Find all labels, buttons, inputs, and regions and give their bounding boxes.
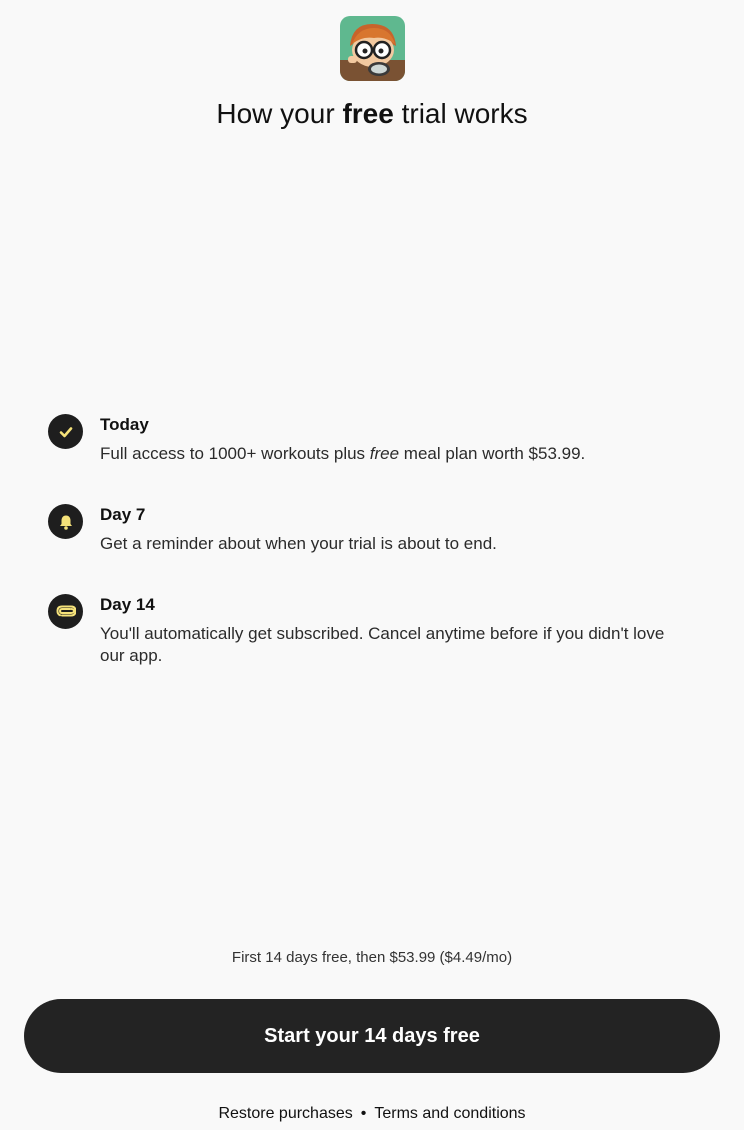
trial-timeline: Today Full access to 1000+ workouts plus…	[48, 414, 688, 667]
step-description: Full access to 1000+ workouts plus free …	[100, 443, 688, 465]
step-description: Get a reminder about when your trial is …	[100, 534, 497, 553]
paperclip-icon	[48, 594, 83, 629]
pricing-note: First 14 days free, then $53.99 ($4.49/m…	[231, 949, 513, 966]
title-suffix: trial works	[393, 98, 528, 129]
timeline-step-day-7: Day 7 Get a reminder about when your tri…	[48, 504, 688, 594]
step-title: Day 14	[100, 595, 155, 614]
timeline-step-today: Today Full access to 1000+ workouts plus…	[48, 414, 688, 504]
title-prefix: How your	[216, 98, 343, 129]
step-title: Today	[100, 415, 149, 434]
footer-separator: •	[360, 1105, 367, 1122]
step-description: You'll automatically get subscribed. Can…	[100, 624, 665, 665]
app-logo-icon	[340, 16, 405, 81]
step-title: Day 7	[100, 505, 146, 524]
checkmark-icon	[48, 414, 83, 449]
footer-links: Restore purchases • Terms and conditions	[0, 1104, 744, 1124]
terms-and-conditions-link[interactable]: Terms and conditions	[374, 1105, 525, 1122]
start-trial-button[interactable]: Start your 14 days free	[24, 999, 720, 1073]
timeline-step-day-14: Day 14 You'll automatically get subscrib…	[48, 594, 688, 667]
step-description-prefix: Full access to 1000+ workouts plus	[100, 444, 370, 463]
page-title: How your free trial works	[0, 96, 744, 132]
restore-purchases-link[interactable]: Restore purchases	[218, 1105, 352, 1122]
title-emphasis: free	[342, 98, 394, 129]
trial-paywall-screen: How your free trial works Today Full acc…	[0, 0, 744, 1130]
step-description-suffix: meal plan worth $53.99.	[399, 444, 586, 463]
bell-icon	[48, 504, 83, 539]
step-description-emphasis: free	[369, 444, 400, 463]
